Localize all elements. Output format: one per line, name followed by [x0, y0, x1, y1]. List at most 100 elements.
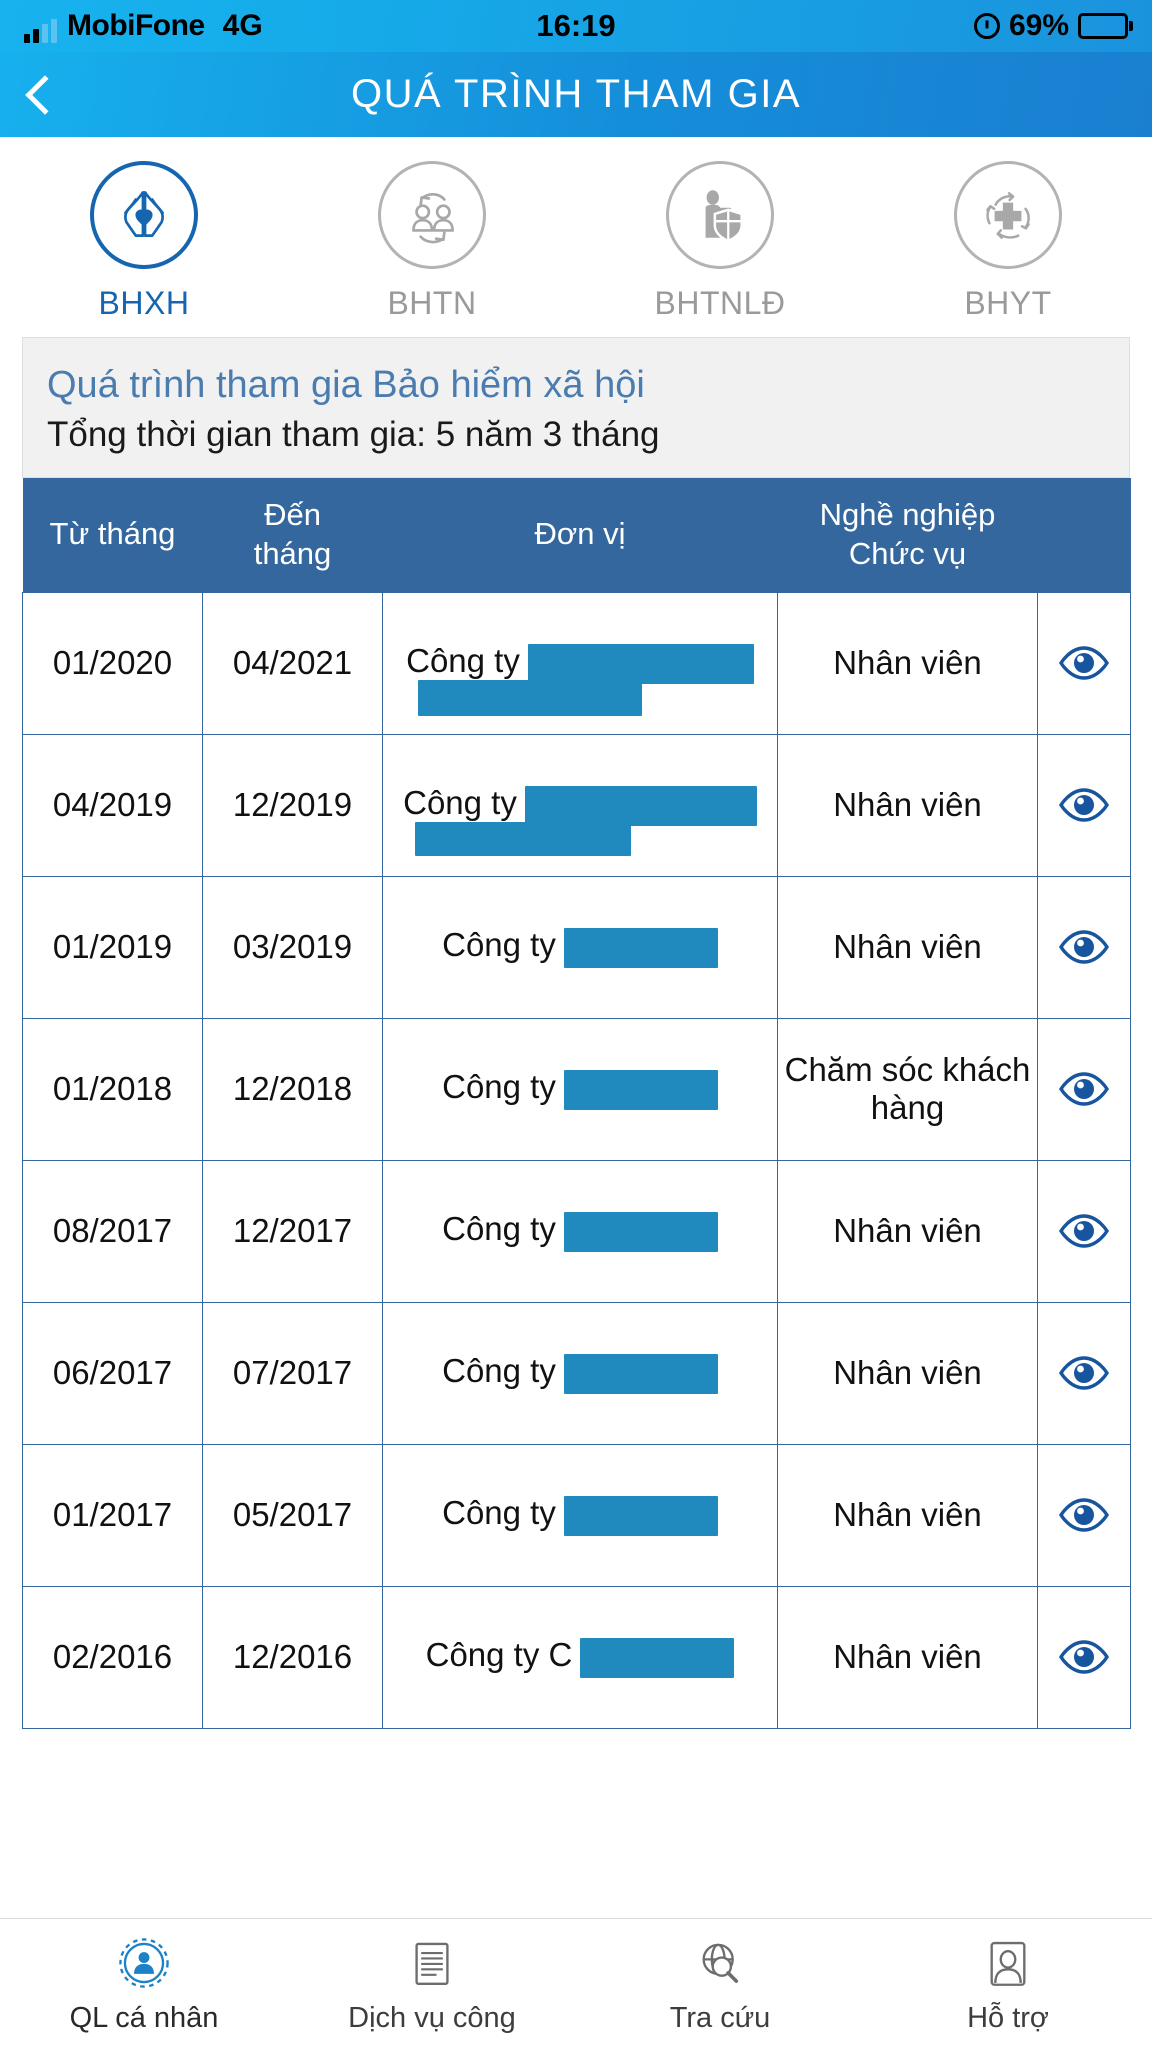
- col-to-month: Đến tháng: [202, 478, 383, 592]
- summary-subtitle: Tổng thời gian tham gia: 5 năm 3 tháng: [47, 415, 660, 454]
- table-row: 01/2020 04/2021 Công ty Nhân viên: [22, 591, 1131, 735]
- col-to-month-line1: Đến: [264, 497, 321, 532]
- battery-percent-label: 69%: [1008, 9, 1069, 42]
- eye-icon: [1042, 1498, 1126, 1532]
- unit-wrapper: Công ty: [442, 1352, 718, 1394]
- bottom-nav-ql-ca-nhan[interactable]: QL cá nhân: [0, 1932, 288, 2035]
- main-content: Quá trình tham gia Bảo hiểm xã hội Tổng …: [0, 337, 1152, 1918]
- table-row: 04/2019 12/2019 Công ty Nhân viên: [22, 733, 1131, 877]
- cell-job-title: Nhân viên: [777, 1585, 1038, 1729]
- person-shield-icon: [705, 190, 743, 243]
- view-detail-button[interactable]: [1037, 1017, 1131, 1161]
- cell-from-month: 04/2019: [22, 733, 203, 877]
- medical-cross-arrows-icon: [986, 192, 1030, 239]
- table-header-row: Từ tháng Đến tháng Đơn vị Nghề nghiệp Ch…: [22, 478, 1131, 592]
- tab-bhtnld-circle: [666, 161, 774, 269]
- cell-from-month: 02/2016: [22, 1585, 203, 1729]
- cell-to-month: 12/2018: [202, 1017, 383, 1161]
- unit-wrapper: Công ty: [442, 1068, 718, 1110]
- bottom-nav-tra-cuu[interactable]: Tra cứu: [576, 1932, 864, 2035]
- cell-job-title: Nhân viên: [777, 591, 1038, 735]
- eye-icon: [1042, 930, 1126, 964]
- redaction-block: [563, 1069, 718, 1110]
- table-header: Từ tháng Đến tháng Đơn vị Nghề nghiệp Ch…: [22, 478, 1131, 592]
- back-chevron-icon: [25, 74, 65, 115]
- view-detail-button[interactable]: [1037, 733, 1131, 877]
- col-from-month: Từ tháng: [22, 478, 203, 592]
- table-row: 01/2018 12/2018 Công ty Chăm sóc khách hàng: [22, 1017, 1131, 1161]
- app-screen: MobiFone 4G 16:19 69% QUÁ TRÌNH THAM GIA: [0, 0, 1152, 2048]
- page-title: QUÁ TRÌNH THAM GIA: [350, 72, 801, 116]
- eye-icon: [1042, 1072, 1126, 1106]
- cell-unit: Công ty C: [382, 1585, 778, 1729]
- redaction-block: [563, 927, 718, 968]
- tab-bhtn-label: BHTN: [387, 285, 477, 321]
- redaction-block: [563, 1353, 718, 1394]
- cell-from-month: 01/2018: [22, 1017, 203, 1161]
- two-people-arrows-icon: [412, 193, 454, 244]
- tab-bhyt-label: BHYT: [964, 285, 1052, 321]
- status-bar: MobiFone 4G 16:19 69%: [0, 0, 1152, 52]
- cell-to-month: 12/2016: [202, 1585, 383, 1729]
- cell-unit: Công ty: [382, 875, 778, 1019]
- cell-job-title: Chăm sóc khách hàng: [777, 1017, 1038, 1161]
- bottom-nav-dich-vu-cong[interactable]: Dịch vụ công: [288, 1932, 576, 2035]
- unit-wrapper: Công ty: [403, 784, 757, 857]
- cell-unit: Công ty: [382, 1443, 778, 1587]
- table-row: 02/2016 12/2016 Công ty C Nhân viên: [22, 1585, 1131, 1729]
- bottom-nav-ho-tro-label: Hỗ trợ: [967, 2002, 1049, 2034]
- table-row: 01/2017 05/2017 Công ty Nhân viên: [22, 1443, 1131, 1587]
- tab-bhxh-circle: [90, 161, 198, 269]
- view-detail-button[interactable]: [1037, 591, 1131, 735]
- praying-hands-heart-icon: [124, 190, 164, 237]
- unit-label: Công ty: [442, 1352, 556, 1390]
- eye-icon: [1042, 1640, 1126, 1674]
- view-detail-button[interactable]: [1037, 1443, 1131, 1587]
- gear-person-icon: [115, 1932, 173, 1994]
- bottom-nav-tra-cuu-label: Tra cứu: [669, 2002, 771, 2034]
- cell-unit: Công ty: [382, 1301, 778, 1445]
- cell-from-month: 06/2017: [22, 1301, 203, 1445]
- tab-bhyt-circle: [954, 161, 1062, 269]
- table-body: 01/2020 04/2021 Công ty Nhân viên 04/2019 12/…: [22, 591, 1131, 1729]
- cell-from-month: 01/2020: [22, 591, 203, 735]
- support-person-icon: [979, 1932, 1037, 1994]
- view-detail-button[interactable]: [1037, 875, 1131, 1019]
- col-job: Nghề nghiệp Chức vụ: [777, 478, 1038, 592]
- unit-label: Công ty: [403, 784, 517, 822]
- unit-wrapper: Công ty: [442, 1494, 718, 1536]
- cell-unit: Công ty: [382, 1017, 778, 1161]
- table-row: 06/2017 07/2017 Công ty Nhân viên: [22, 1301, 1131, 1445]
- cell-job-title: Nhân viên: [777, 1159, 1038, 1303]
- table-row: 01/2019 03/2019 Công ty Nhân viên: [22, 875, 1131, 1019]
- cell-job-title: Nhân viên: [777, 733, 1038, 877]
- tab-bhtnld[interactable]: BHTNLĐ: [576, 161, 864, 322]
- tab-bhxh[interactable]: BHXH: [0, 161, 288, 322]
- back-button[interactable]: [0, 52, 90, 137]
- view-detail-button[interactable]: [1037, 1301, 1131, 1445]
- cell-unit: Công ty: [382, 733, 778, 877]
- bottom-nav-ql-ca-nhan-label: QL cá nhân: [69, 2002, 219, 2034]
- carrier-label: MobiFone: [67, 9, 205, 42]
- unit-wrapper: Công ty: [406, 642, 754, 717]
- redaction-block: [524, 785, 757, 826]
- tab-bhtn[interactable]: BHTN: [288, 161, 576, 322]
- unit-label: Công ty: [442, 1068, 556, 1106]
- bottom-nav-dich-vu-cong-label: Dịch vụ công: [348, 2002, 516, 2034]
- unit-wrapper: Công ty: [442, 1210, 718, 1252]
- view-detail-button[interactable]: [1037, 1159, 1131, 1303]
- cell-to-month: 12/2017: [202, 1159, 383, 1303]
- bottom-navigation: QL cá nhân Dịch vụ công Tra cứu Hỗ trợ: [0, 1918, 1152, 2048]
- view-detail-button[interactable]: [1037, 1585, 1131, 1729]
- status-bar-right: 69%: [973, 9, 1128, 43]
- cell-unit: Công ty: [382, 591, 778, 735]
- bottom-nav-ho-tro[interactable]: Hỗ trợ: [864, 1932, 1152, 2035]
- col-unit: Đơn vị: [382, 478, 778, 592]
- participation-table: Từ tháng Đến tháng Đơn vị Nghề nghiệp Ch…: [22, 478, 1131, 1729]
- tab-bhyt[interactable]: BHYT: [864, 161, 1152, 322]
- unit-label: Công ty: [406, 642, 520, 680]
- battery-icon: [1078, 13, 1128, 39]
- cell-to-month: 07/2017: [202, 1301, 383, 1445]
- col-to-month-line2: tháng: [253, 535, 332, 571]
- cell-to-month: 12/2019: [202, 733, 383, 877]
